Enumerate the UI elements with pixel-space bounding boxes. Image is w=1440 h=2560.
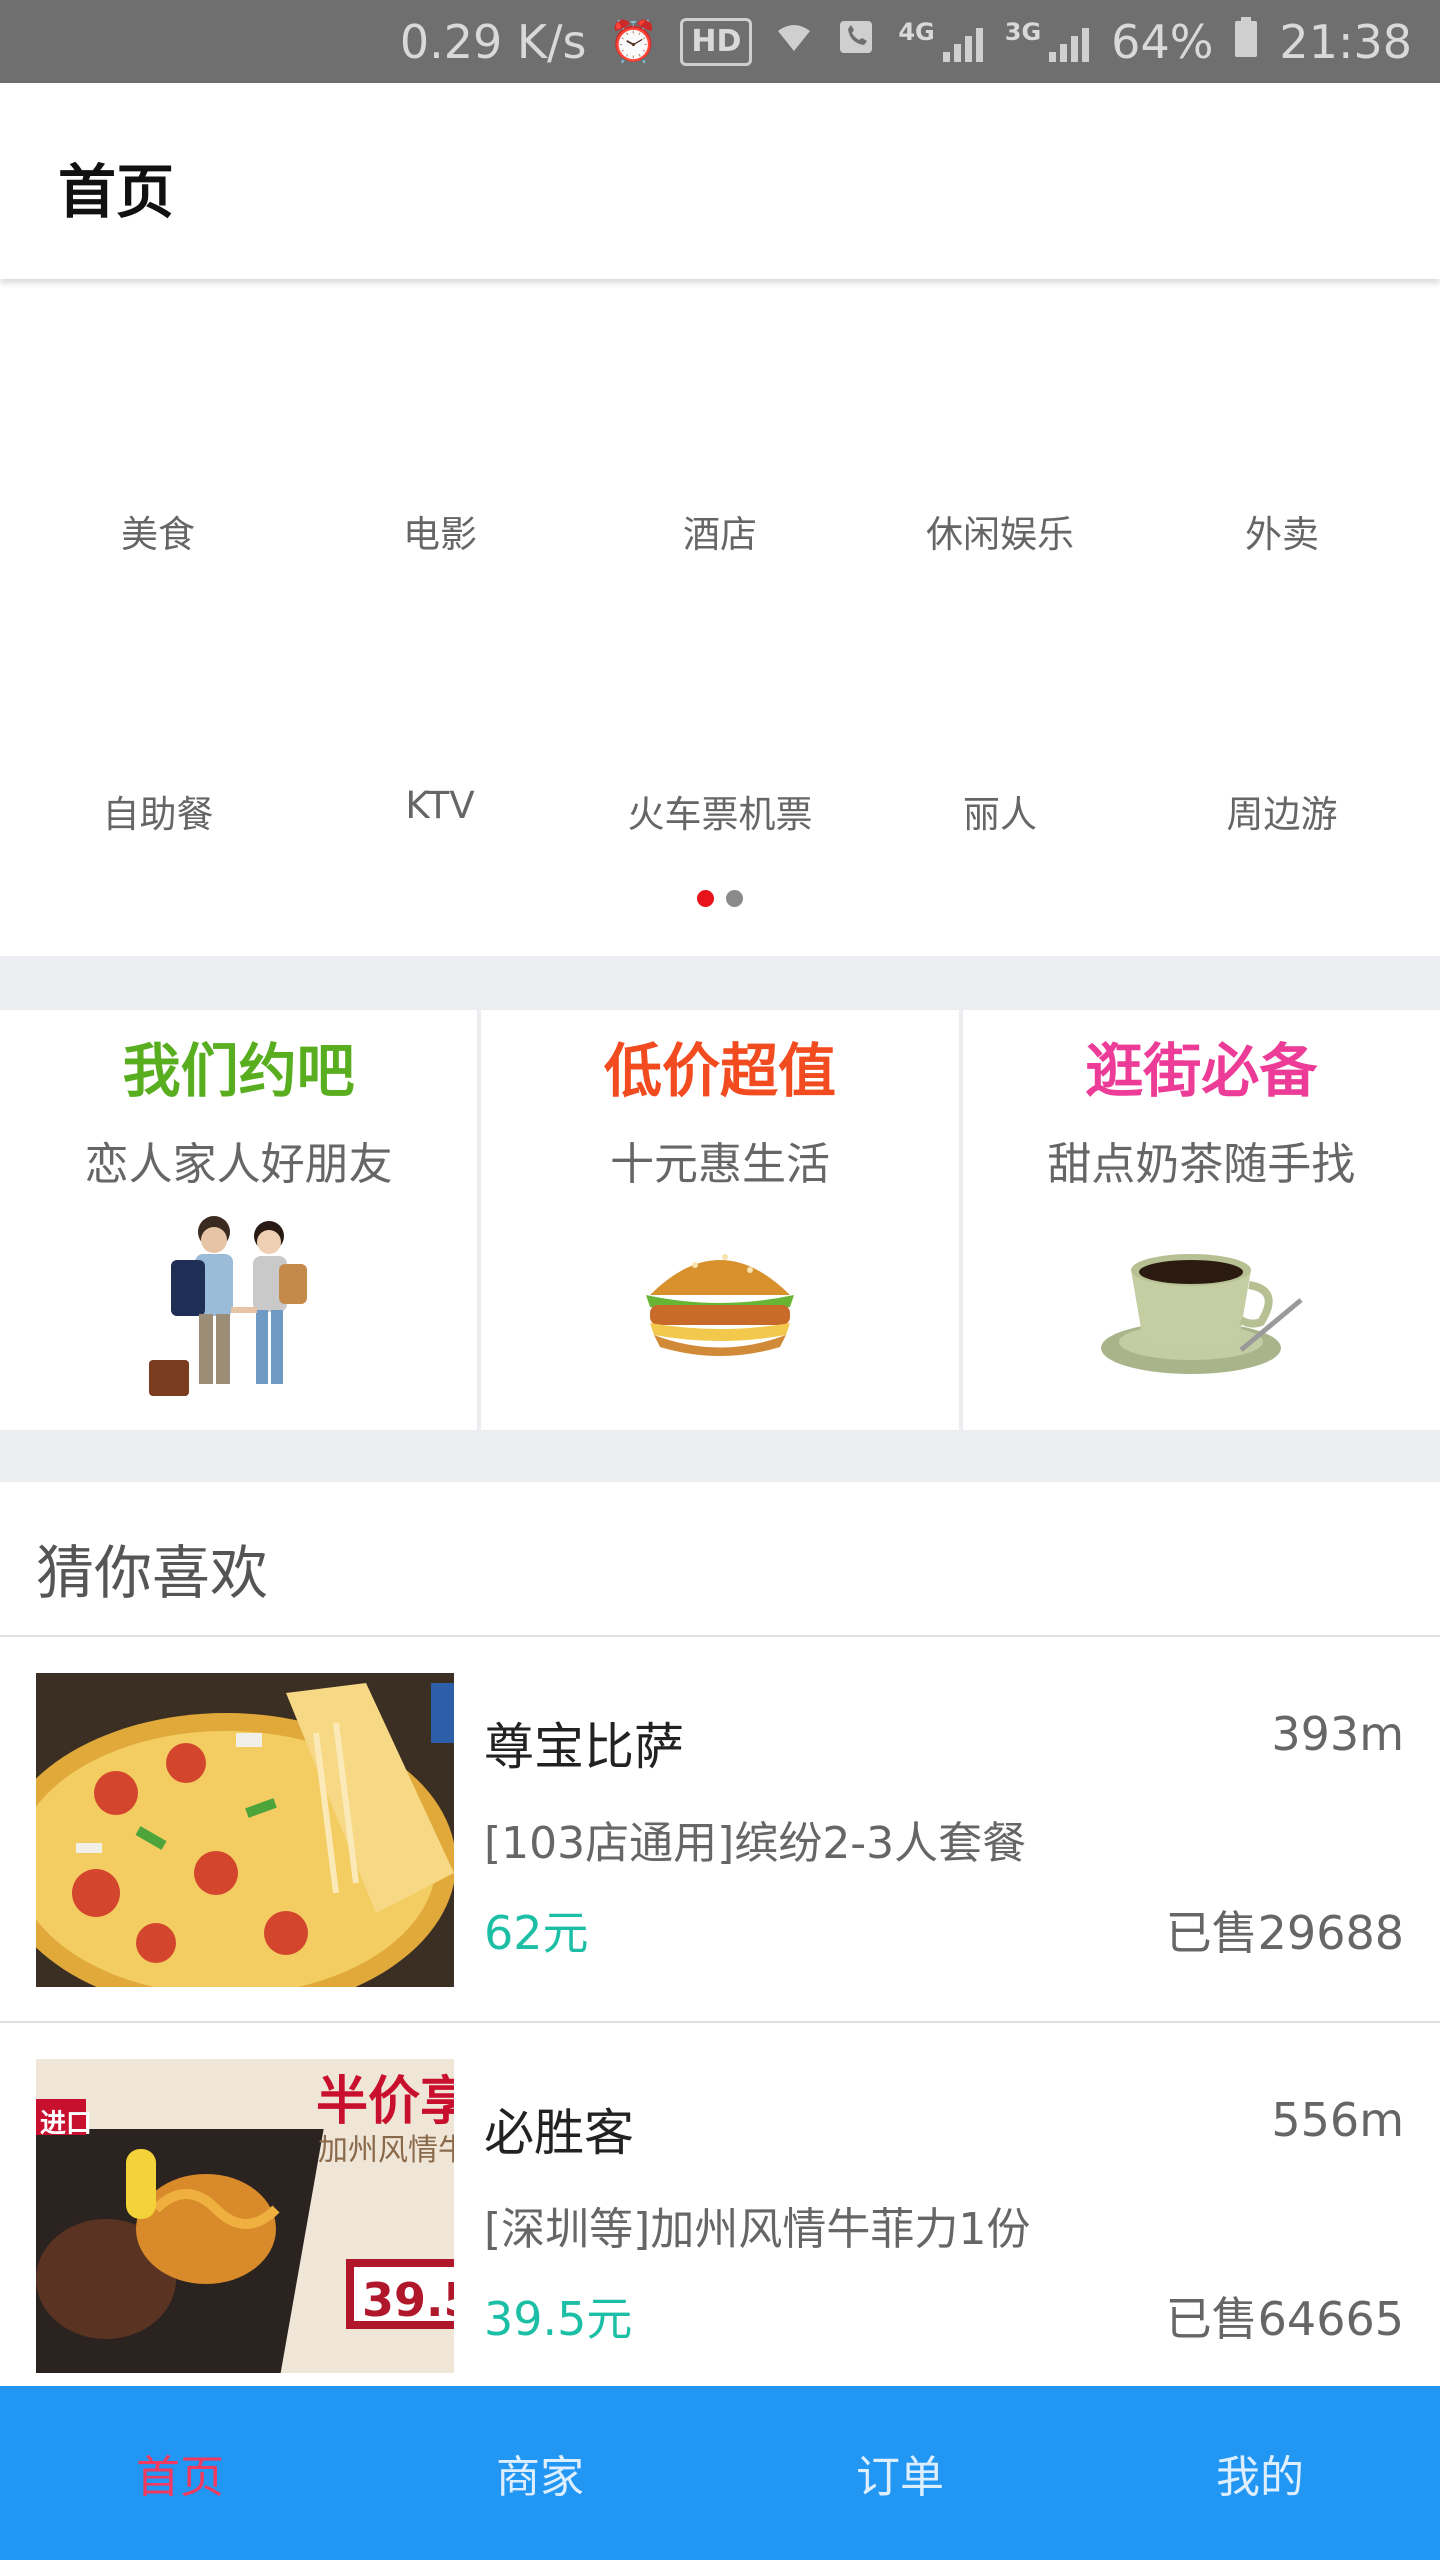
clock-time: 21:38 <box>1279 14 1412 69</box>
deal-sold-count: 已售64665 <box>1165 2292 1404 2346</box>
section-divider <box>0 1430 1440 1482</box>
deal-price: 39.5元 <box>484 2292 633 2346</box>
deal-sold-count: 已售29688 <box>1165 1906 1404 1960</box>
category-buffet[interactable]: 自助餐 <box>14 784 302 904</box>
app-header: 首页 <box>0 83 1440 279</box>
deal-shop-name: 尊宝比萨 <box>484 1718 684 1776</box>
net-3g-label: 3G <box>1004 17 1042 46</box>
burger-image <box>640 1235 800 1369</box>
promo-subtitle: 甜点奶茶随手找 <box>1047 1139 1356 1190</box>
nav-tab-merchants[interactable]: 商家 <box>360 2386 720 2560</box>
pizza-image <box>36 1673 454 1987</box>
category-label: 丽人 <box>963 793 1037 836</box>
deal-description: [103店通用]缤纷2-3人套餐 <box>484 1818 1027 1869</box>
promo-title: 低价超值 <box>603 1037 836 1105</box>
recommend-section-header: 猜你喜欢 <box>0 1482 1440 1637</box>
image-headline-text: 半价享 <box>316 2072 454 2132</box>
category-label: 休闲娱乐 <box>926 513 1074 556</box>
category-takeout[interactable]: 外卖 <box>1138 504 1426 624</box>
nav-tab-orders[interactable]: 订单 <box>720 2386 1080 2560</box>
alarm-icon: ⏰ <box>608 19 659 65</box>
deal-list-item[interactable]: 进口 半价享 加州风情牛 39.5 必胜客 556m [深圳等]加州风情牛菲力1… <box>0 2023 1440 2409</box>
couple-travel-image <box>119 1210 359 1404</box>
category-grid: 美食 电影 酒店 休闲娱乐 外卖 自助餐 KTV 火车票机票 丽人 周边游 <box>0 279 1440 956</box>
promo-title: 我们约吧 <box>122 1037 355 1105</box>
category-label: 外卖 <box>1245 513 1319 556</box>
bottom-navigation: 首页 商家 订单 我的 <box>0 2386 1440 2560</box>
section-divider <box>0 956 1440 1010</box>
category-beauty[interactable]: 丽人 <box>856 784 1144 904</box>
promo-subtitle: 恋人家人好朋友 <box>84 1139 393 1190</box>
call-icon <box>836 17 876 67</box>
category-leisure[interactable]: 休闲娱乐 <box>856 504 1144 624</box>
nav-tab-home[interactable]: 首页 <box>0 2386 360 2560</box>
deal-list-item[interactable]: 尊宝比萨 393m [103店通用]缤纷2-3人套餐 62元 已售29688 <box>0 1637 1440 2023</box>
category-label: 自助餐 <box>102 793 214 836</box>
nav-tab-profile[interactable]: 我的 <box>1080 2386 1440 2560</box>
page-dot-active <box>697 890 714 907</box>
page-indicator <box>0 890 1440 910</box>
category-movie[interactable]: 电影 <box>296 504 584 624</box>
deal-price: 62元 <box>484 1906 589 1960</box>
page-title: 首页 <box>58 158 175 226</box>
deal-shop-name: 必胜客 <box>484 2104 634 2162</box>
category-label: 美食 <box>121 513 195 556</box>
coffee-cup-image <box>1091 1230 1311 1384</box>
image-price-text: 39.5 <box>362 2273 454 2327</box>
category-tickets[interactable]: 火车票机票 <box>576 784 864 904</box>
battery-percent: 64% <box>1111 14 1214 69</box>
signal-3g-icon <box>1049 22 1090 62</box>
category-label: 酒店 <box>683 513 757 556</box>
network-speed: 0.29 K/s <box>399 14 587 69</box>
promo-card-date[interactable]: 我们约吧 恋人家人好朋友 <box>0 1010 478 1430</box>
deal-description: [深圳等]加州风情牛菲力1份 <box>484 2204 1031 2255</box>
promo-subtitle: 十元惠生活 <box>609 1139 830 1190</box>
category-hotel[interactable]: 酒店 <box>576 504 864 624</box>
page-dot <box>726 890 743 907</box>
promo-row: 我们约吧 恋人家人好朋友 低价超值 十元惠生活 逛街必备 甜点奶茶随手找 <box>0 1010 1440 1430</box>
category-label: KTV <box>405 784 475 827</box>
category-label: 周边游 <box>1226 793 1338 836</box>
category-label: 电影 <box>403 513 477 556</box>
signal-4g-icon <box>942 22 983 62</box>
deal-distance: 393m <box>1271 1707 1404 1761</box>
promo-card-value[interactable]: 低价超值 十元惠生活 <box>481 1010 959 1430</box>
category-food[interactable]: 美食 <box>14 504 302 624</box>
promo-card-shopping[interactable]: 逛街必备 甜点奶茶随手找 <box>962 1010 1440 1430</box>
promo-title: 逛街必备 <box>1085 1037 1318 1105</box>
steak-promo-image: 进口 半价享 加州风情牛 39.5 <box>36 2059 454 2373</box>
image-subline-text: 加州风情牛 <box>318 2133 454 2168</box>
category-label: 火车票机票 <box>627 793 813 836</box>
category-nearby-travel[interactable]: 周边游 <box>1138 784 1426 904</box>
wifi-icon <box>774 17 814 67</box>
net-4g-label: 4G <box>898 17 935 46</box>
image-tag-text: 进口 <box>40 2109 93 2139</box>
battery-icon <box>1235 16 1258 67</box>
category-ktv[interactable]: KTV <box>296 784 584 904</box>
recommend-title: 猜你喜欢 <box>36 1539 269 1607</box>
deal-distance: 556m <box>1271 2093 1404 2147</box>
status-bar: 0.29 K/s ⏰ HD 4G 3G 64% 21:38 <box>0 0 1440 83</box>
hd-badge: HD <box>680 17 753 66</box>
